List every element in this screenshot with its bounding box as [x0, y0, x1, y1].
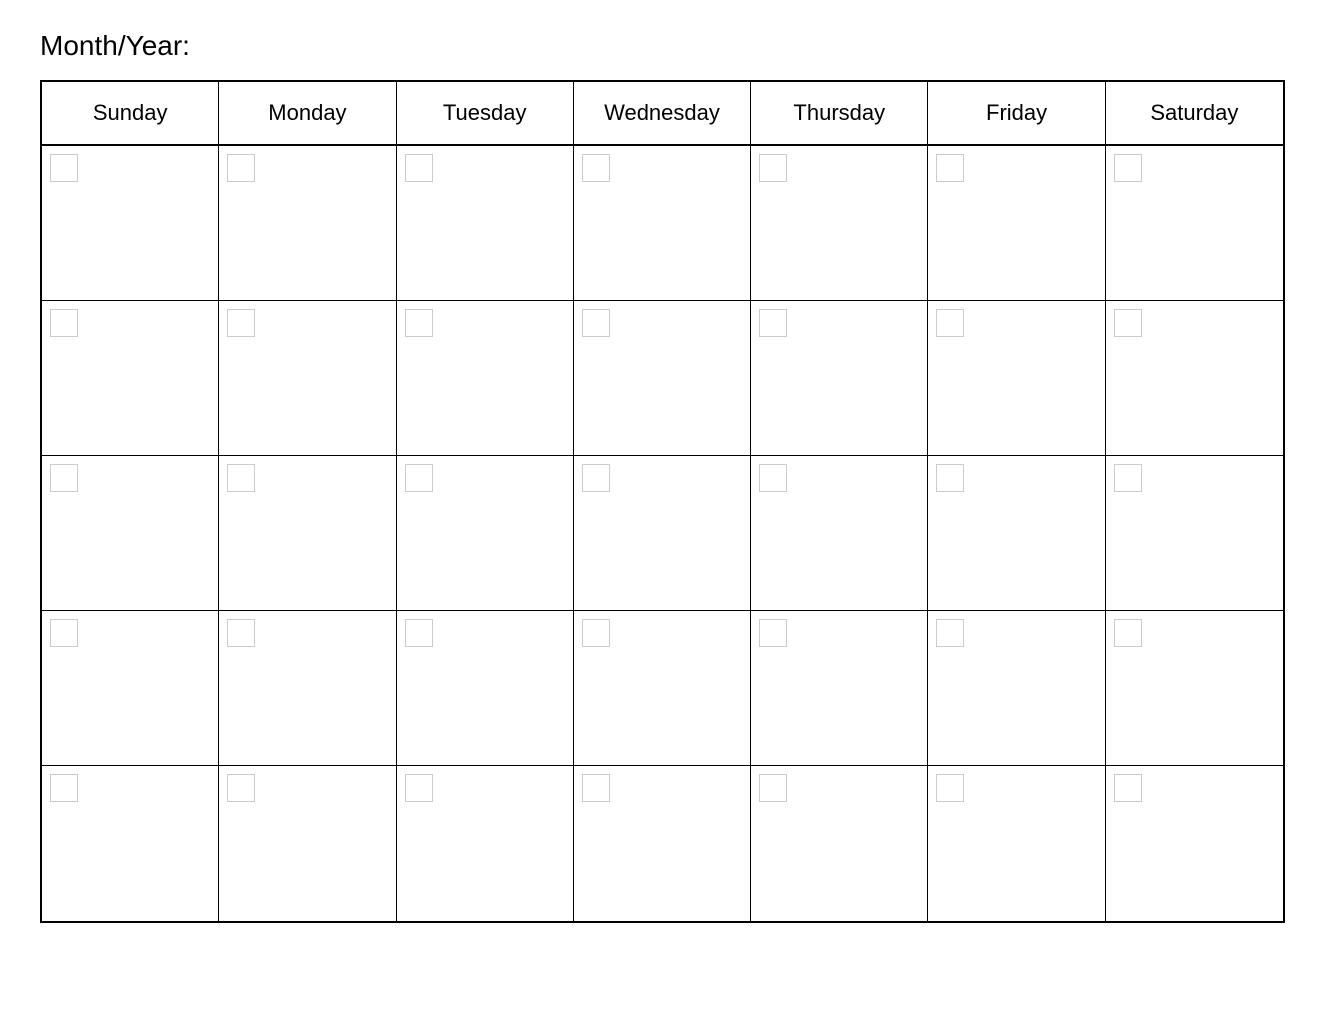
header-friday: Friday	[928, 82, 1105, 144]
date-box-w3-sat	[1114, 464, 1142, 492]
header-sunday: Sunday	[42, 82, 219, 144]
date-box-w1-fri	[936, 154, 964, 182]
date-box-w5-fri	[936, 774, 964, 802]
calendar-week-1	[42, 146, 1283, 301]
cell-w1-mon[interactable]	[219, 146, 396, 300]
cell-w3-sat[interactable]	[1106, 456, 1283, 610]
cell-w4-wed[interactable]	[574, 611, 751, 765]
date-box-w3-sun	[50, 464, 78, 492]
date-box-w1-sun	[50, 154, 78, 182]
date-box-w2-sat	[1114, 309, 1142, 337]
cell-w1-fri[interactable]	[928, 146, 1105, 300]
cell-w2-mon[interactable]	[219, 301, 396, 455]
calendar-week-3	[42, 456, 1283, 611]
cell-w1-sun[interactable]	[42, 146, 219, 300]
cell-w5-thu[interactable]	[751, 766, 928, 921]
date-box-w5-sun	[50, 774, 78, 802]
header-thursday: Thursday	[751, 82, 928, 144]
cell-w4-tue[interactable]	[397, 611, 574, 765]
calendar-container: Sunday Monday Tuesday Wednesday Thursday…	[40, 80, 1285, 923]
header-tuesday: Tuesday	[397, 82, 574, 144]
cell-w3-sun[interactable]	[42, 456, 219, 610]
date-box-w2-mon	[227, 309, 255, 337]
date-box-w5-wed	[582, 774, 610, 802]
cell-w2-wed[interactable]	[574, 301, 751, 455]
date-box-w4-fri	[936, 619, 964, 647]
calendar-week-4	[42, 611, 1283, 766]
date-box-w1-mon	[227, 154, 255, 182]
date-box-w4-sat	[1114, 619, 1142, 647]
cell-w4-sat[interactable]	[1106, 611, 1283, 765]
cell-w5-fri[interactable]	[928, 766, 1105, 921]
calendar-week-5	[42, 766, 1283, 921]
calendar-week-2	[42, 301, 1283, 456]
cell-w3-fri[interactable]	[928, 456, 1105, 610]
date-box-w4-thu	[759, 619, 787, 647]
header-wednesday: Wednesday	[574, 82, 751, 144]
date-box-w5-tue	[405, 774, 433, 802]
date-box-w3-fri	[936, 464, 964, 492]
cell-w2-sat[interactable]	[1106, 301, 1283, 455]
cell-w4-fri[interactable]	[928, 611, 1105, 765]
date-box-w5-sat	[1114, 774, 1142, 802]
date-box-w5-mon	[227, 774, 255, 802]
cell-w1-sat[interactable]	[1106, 146, 1283, 300]
cell-w5-mon[interactable]	[219, 766, 396, 921]
date-box-w5-thu	[759, 774, 787, 802]
date-box-w3-mon	[227, 464, 255, 492]
date-box-w3-wed	[582, 464, 610, 492]
cell-w3-tue[interactable]	[397, 456, 574, 610]
date-box-w1-tue	[405, 154, 433, 182]
cell-w4-mon[interactable]	[219, 611, 396, 765]
date-box-w3-thu	[759, 464, 787, 492]
cell-w2-thu[interactable]	[751, 301, 928, 455]
cell-w3-thu[interactable]	[751, 456, 928, 610]
cell-w5-wed[interactable]	[574, 766, 751, 921]
cell-w3-mon[interactable]	[219, 456, 396, 610]
cell-w3-wed[interactable]	[574, 456, 751, 610]
cell-w4-sun[interactable]	[42, 611, 219, 765]
calendar-body	[42, 146, 1283, 921]
date-box-w1-wed	[582, 154, 610, 182]
date-box-w2-thu	[759, 309, 787, 337]
date-box-w2-fri	[936, 309, 964, 337]
header-monday: Monday	[219, 82, 396, 144]
date-box-w4-sun	[50, 619, 78, 647]
cell-w1-tue[interactable]	[397, 146, 574, 300]
date-box-w1-sat	[1114, 154, 1142, 182]
cell-w5-sun[interactable]	[42, 766, 219, 921]
date-box-w1-thu	[759, 154, 787, 182]
date-box-w4-mon	[227, 619, 255, 647]
cell-w1-thu[interactable]	[751, 146, 928, 300]
cell-w2-fri[interactable]	[928, 301, 1105, 455]
cell-w2-tue[interactable]	[397, 301, 574, 455]
date-box-w4-wed	[582, 619, 610, 647]
date-box-w2-tue	[405, 309, 433, 337]
cell-w4-thu[interactable]	[751, 611, 928, 765]
date-box-w4-tue	[405, 619, 433, 647]
calendar-header: Sunday Monday Tuesday Wednesday Thursday…	[42, 82, 1283, 146]
cell-w5-tue[interactable]	[397, 766, 574, 921]
header-saturday: Saturday	[1106, 82, 1283, 144]
date-box-w3-tue	[405, 464, 433, 492]
cell-w2-sun[interactable]	[42, 301, 219, 455]
cell-w5-sat[interactable]	[1106, 766, 1283, 921]
month-year-heading: Month/Year:	[40, 30, 1285, 62]
date-box-w2-sun	[50, 309, 78, 337]
cell-w1-wed[interactable]	[574, 146, 751, 300]
date-box-w2-wed	[582, 309, 610, 337]
